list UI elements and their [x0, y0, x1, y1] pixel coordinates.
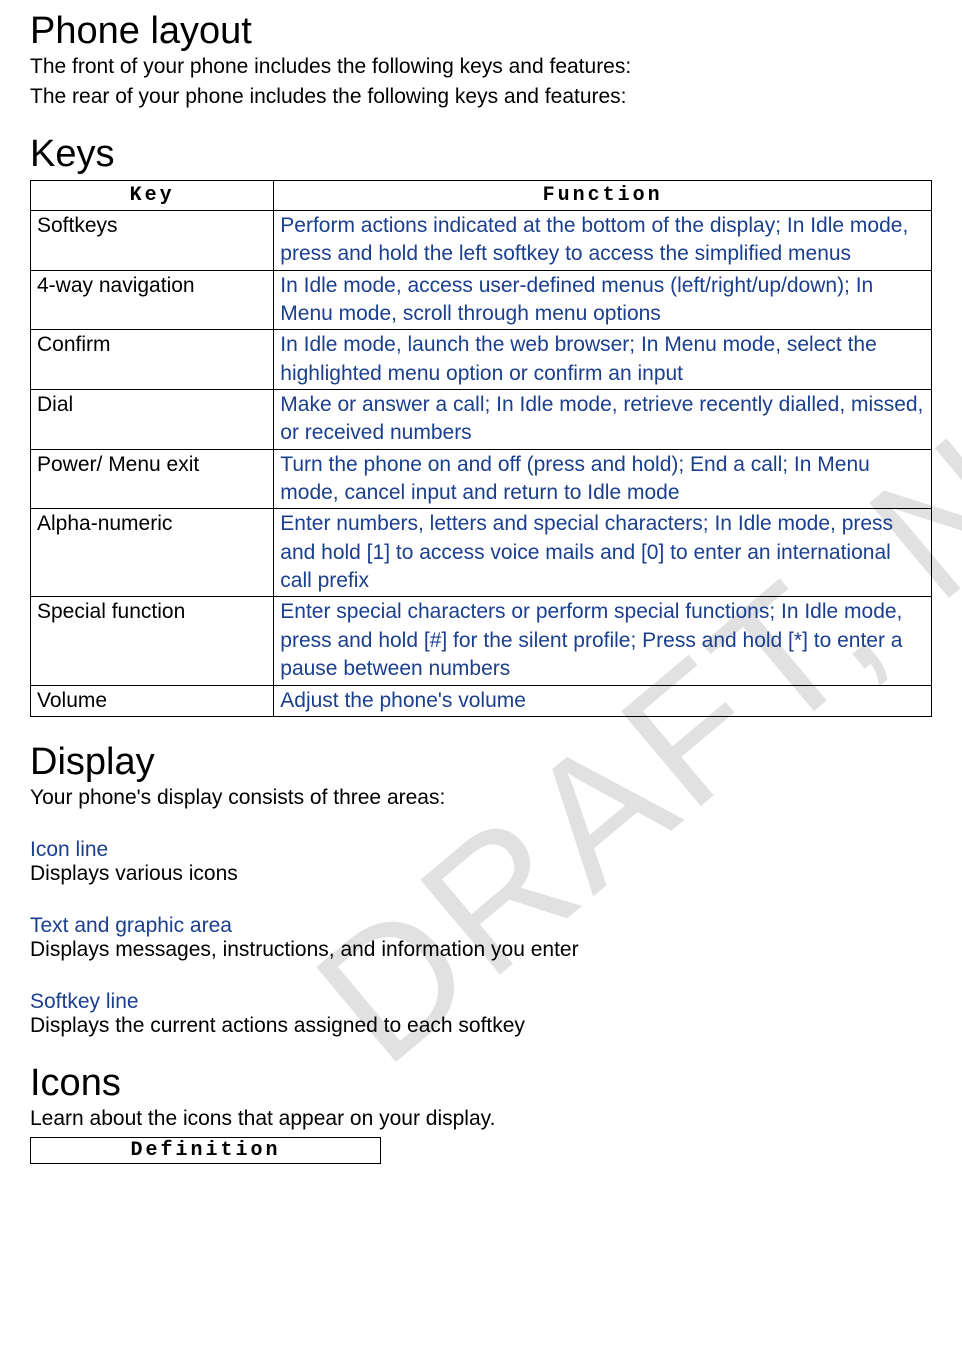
table-row: Volume Adjust the phone's volume	[31, 685, 932, 716]
key-name: Power/ Menu exit	[31, 449, 274, 509]
icons-intro: Learn about the icons that appear on you…	[30, 1107, 932, 1131]
definition-col: Definition	[31, 1137, 381, 1163]
keys-heading: Keys	[30, 133, 932, 176]
key-function: Adjust the phone's volume	[274, 685, 932, 716]
key-function: In Idle mode, access user-defined menus …	[274, 270, 932, 330]
icon-line-desc: Displays various icons	[30, 862, 932, 886]
definition-table: Definition	[30, 1137, 381, 1164]
table-row: Confirm In Idle mode, launch the web bro…	[31, 330, 932, 390]
key-name: Dial	[31, 390, 274, 450]
display-heading: Display	[30, 741, 932, 784]
text-graphic-desc: Displays messages, instructions, and inf…	[30, 938, 932, 962]
table-row: Power/ Menu exit Turn the phone on and o…	[31, 449, 932, 509]
icons-heading: Icons	[30, 1062, 932, 1105]
icon-line-title: Icon line	[30, 838, 932, 862]
key-name: 4-way navigation	[31, 270, 274, 330]
display-intro: Your phone's display consists of three a…	[30, 786, 932, 810]
key-function: Perform actions indicated at the bottom …	[274, 211, 932, 271]
key-function: Enter numbers, letters and special chara…	[274, 509, 932, 597]
table-row: 4-way navigation In Idle mode, access us…	[31, 270, 932, 330]
key-name: Alpha-numeric	[31, 509, 274, 597]
table-row: Alpha-numeric Enter numbers, letters and…	[31, 509, 932, 597]
key-name: Confirm	[31, 330, 274, 390]
phone-rear-text: The rear of your phone includes the foll…	[30, 85, 932, 109]
phone-front-text: The front of your phone includes the fol…	[30, 55, 932, 79]
keys-col-key: Key	[31, 181, 274, 211]
table-row: Dial Make or answer a call; In Idle mode…	[31, 390, 932, 450]
key-name: Softkeys	[31, 211, 274, 271]
keys-col-function: Function	[274, 181, 932, 211]
phone-layout-heading: Phone layout	[30, 10, 932, 53]
softkey-line-desc: Displays the current actions assigned to…	[30, 1014, 932, 1038]
key-function: In Idle mode, launch the web browser; In…	[274, 330, 932, 390]
table-row: Special function Enter special character…	[31, 597, 932, 685]
table-row: Softkeys Perform actions indicated at th…	[31, 211, 932, 271]
key-function: Enter special characters or perform spec…	[274, 597, 932, 685]
key-name: Special function	[31, 597, 274, 685]
text-graphic-title: Text and graphic area	[30, 914, 932, 938]
keys-table: Key Function Softkeys Perform actions in…	[30, 180, 932, 717]
key-name: Volume	[31, 685, 274, 716]
key-function: Turn the phone on and off (press and hol…	[274, 449, 932, 509]
softkey-line-title: Softkey line	[30, 990, 932, 1014]
key-function: Make or answer a call; In Idle mode, ret…	[274, 390, 932, 450]
